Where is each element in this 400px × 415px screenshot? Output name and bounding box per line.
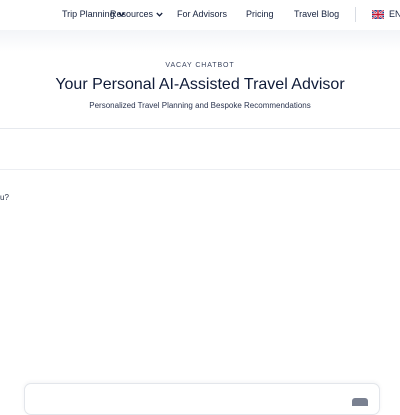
nav-pricing[interactable]: Pricing (246, 9, 274, 19)
nav-resources[interactable]: Resources (110, 9, 163, 19)
chat-input-box[interactable] (24, 383, 380, 415)
nav-travel-blog[interactable]: Travel Blog (294, 9, 339, 19)
nav-divider (355, 7, 356, 22)
language-selector[interactable]: EN (389, 9, 400, 19)
nav-travel-blog-label: Travel Blog (294, 9, 340, 19)
nav-pricing-label: Pricing (246, 9, 274, 19)
send-button[interactable] (352, 398, 368, 406)
nav-resources-label: Resources (110, 9, 154, 19)
chat-header-divider (0, 169, 400, 170)
nav-for-advisors[interactable]: For Advisors (177, 9, 227, 19)
top-nav: Trip Planning Resources For Advisors Pri… (0, 0, 400, 30)
nav-trip-planning-label: Trip Planning (62, 9, 115, 19)
section-divider (0, 128, 400, 129)
chevron-down-icon (156, 12, 163, 17)
page-subtitle: Personalized Travel Planning and Bespoke… (89, 101, 311, 110)
uk-flag-icon[interactable] (372, 10, 384, 19)
hero-eyebrow: VACAY CHATBOT (165, 62, 235, 69)
nav-for-advisors-label: For Advisors (177, 9, 228, 19)
page-title: Your Personal AI-Assisted Travel Advisor (55, 76, 345, 93)
chat-message-fragment: u? (0, 193, 9, 202)
